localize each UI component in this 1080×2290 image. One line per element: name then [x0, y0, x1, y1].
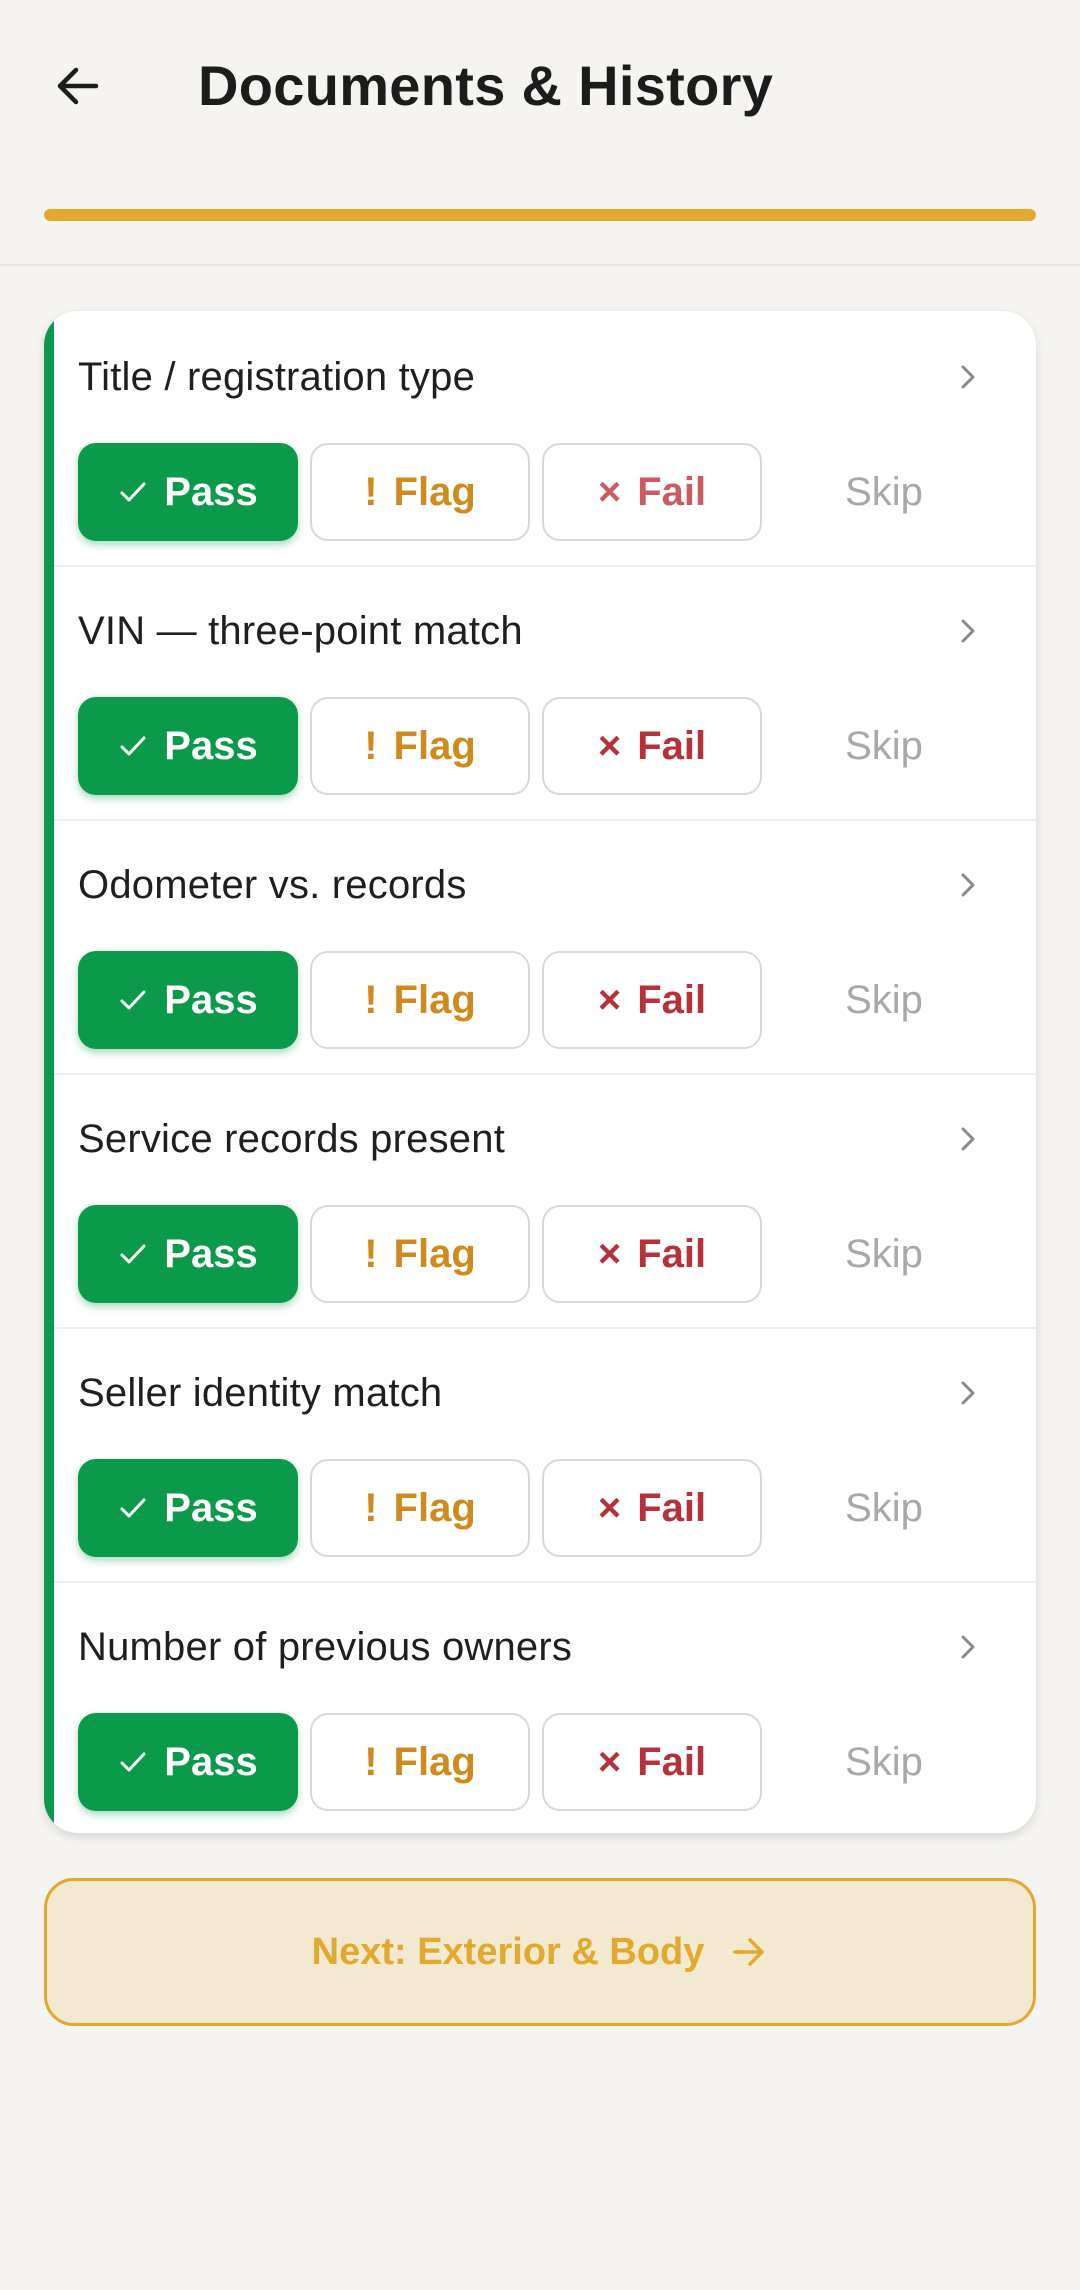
fail-button[interactable]: × Fail [542, 1713, 762, 1811]
skip-label: Skip [845, 1485, 923, 1530]
skip-label: Skip [845, 1231, 923, 1276]
close-icon: × [597, 723, 622, 768]
close-icon: × [597, 1485, 622, 1530]
flag-label: Flag [393, 1231, 476, 1276]
fail-button[interactable]: × Fail [542, 951, 762, 1049]
next-section-button[interactable]: Next: Exterior & Body [44, 1878, 1036, 2026]
pass-label: Pass [164, 977, 258, 1022]
pass-button[interactable]: Pass [78, 1713, 298, 1811]
divider [54, 1327, 1036, 1329]
back-button[interactable] [40, 48, 116, 124]
chevron-right-icon[interactable] [952, 1123, 984, 1155]
close-icon: × [597, 469, 622, 514]
skip-button[interactable]: Skip [774, 697, 994, 795]
pass-button[interactable]: Pass [78, 1459, 298, 1557]
check-icon [120, 482, 146, 502]
checklist-item: Number of previous owners Pass ! Flag × … [44, 1581, 1036, 1833]
item-label: Title / registration type [78, 355, 476, 399]
checklist-item: Seller identity match Pass ! Flag × Fail… [44, 1327, 1036, 1581]
fail-label: Fail [637, 1231, 707, 1276]
divider [54, 1073, 1036, 1075]
fail-button[interactable]: × Fail [542, 443, 762, 541]
flag-button[interactable]: ! Flag [310, 697, 530, 795]
flag-button[interactable]: ! Flag [310, 1459, 530, 1557]
pass-label: Pass [164, 469, 258, 514]
fail-button[interactable]: × Fail [542, 697, 762, 795]
checklist-item: Odometer vs. records Pass ! Flag × Fail … [44, 819, 1036, 1073]
pass-button[interactable]: Pass [78, 1205, 298, 1303]
pass-label: Pass [164, 723, 258, 768]
fail-label: Fail [637, 1739, 707, 1784]
item-label: VIN — three-point match [78, 609, 523, 653]
fail-label: Fail [637, 469, 707, 514]
item-label: Number of previous owners [78, 1625, 573, 1669]
flag-label: Flag [393, 469, 476, 514]
flag-label: Flag [393, 977, 476, 1022]
flag-label: Flag [393, 1485, 476, 1530]
flag-button[interactable]: ! Flag [310, 1205, 530, 1303]
divider [54, 1581, 1036, 1583]
pass-label: Pass [164, 1231, 258, 1276]
close-icon: × [597, 1739, 622, 1784]
close-icon: × [597, 977, 622, 1022]
divider [54, 819, 1036, 821]
pass-button[interactable]: Pass [78, 951, 298, 1049]
arrow-left-icon [57, 67, 99, 105]
item-label: Odometer vs. records [78, 863, 467, 907]
check-icon [120, 1752, 146, 1772]
flag-button[interactable]: ! Flag [310, 443, 530, 541]
checklist-item: Title / registration type Pass ! Flag × … [44, 311, 1036, 565]
chevron-right-icon[interactable] [952, 1631, 984, 1663]
exclamation-icon: ! [364, 977, 378, 1022]
pass-label: Pass [164, 1739, 258, 1784]
flag-label: Flag [393, 1739, 476, 1784]
pass-label: Pass [164, 1485, 258, 1530]
skip-label: Skip [845, 469, 923, 514]
skip-button[interactable]: Skip [774, 1713, 994, 1811]
close-icon: × [597, 1231, 622, 1276]
chevron-right-icon[interactable] [952, 361, 984, 393]
exclamation-icon: ! [364, 723, 378, 768]
check-icon [120, 990, 146, 1010]
fail-label: Fail [637, 1485, 707, 1530]
section-progress-fill [44, 209, 1036, 221]
flag-button[interactable]: ! Flag [310, 1713, 530, 1811]
fail-label: Fail [637, 977, 707, 1022]
next-section-label: Next: Exterior & Body [311, 1930, 705, 1973]
skip-button[interactable]: Skip [774, 1205, 994, 1303]
flag-label: Flag [393, 723, 476, 768]
exclamation-icon: ! [364, 1231, 378, 1276]
skip-label: Skip [845, 1739, 923, 1784]
chevron-right-icon[interactable] [952, 869, 984, 901]
app-header: Documents & History [0, 0, 1080, 266]
pass-button[interactable]: Pass [78, 697, 298, 795]
skip-button[interactable]: Skip [774, 1459, 994, 1557]
exclamation-icon: ! [364, 1485, 378, 1530]
checklist-item: Service records present Pass ! Flag × Fa… [44, 1073, 1036, 1327]
check-icon [120, 1498, 146, 1518]
chevron-right-icon[interactable] [952, 1377, 984, 1409]
checklist-card: Title / registration type Pass ! Flag × … [44, 311, 1036, 1833]
page-title: Documents & History [198, 54, 774, 117]
exclamation-icon: ! [364, 469, 378, 514]
skip-label: Skip [845, 723, 923, 768]
fail-button[interactable]: × Fail [542, 1459, 762, 1557]
item-label: Service records present [78, 1117, 506, 1161]
check-icon [120, 1244, 146, 1264]
fail-label: Fail [637, 723, 707, 768]
arrow-right-icon [733, 1938, 765, 1966]
divider [54, 565, 1036, 567]
item-label: Seller identity match [78, 1371, 443, 1415]
skip-button[interactable]: Skip [774, 951, 994, 1049]
check-icon [120, 736, 146, 756]
flag-button[interactable]: ! Flag [310, 951, 530, 1049]
chevron-right-icon[interactable] [952, 615, 984, 647]
exclamation-icon: ! [364, 1739, 378, 1784]
checklist-item: VIN — three-point match Pass ! Flag × Fa… [44, 565, 1036, 819]
pass-button[interactable]: Pass [78, 443, 298, 541]
skip-label: Skip [845, 977, 923, 1022]
skip-button[interactable]: Skip [774, 443, 994, 541]
fail-button[interactable]: × Fail [542, 1205, 762, 1303]
section-progress-bar [44, 209, 1036, 221]
